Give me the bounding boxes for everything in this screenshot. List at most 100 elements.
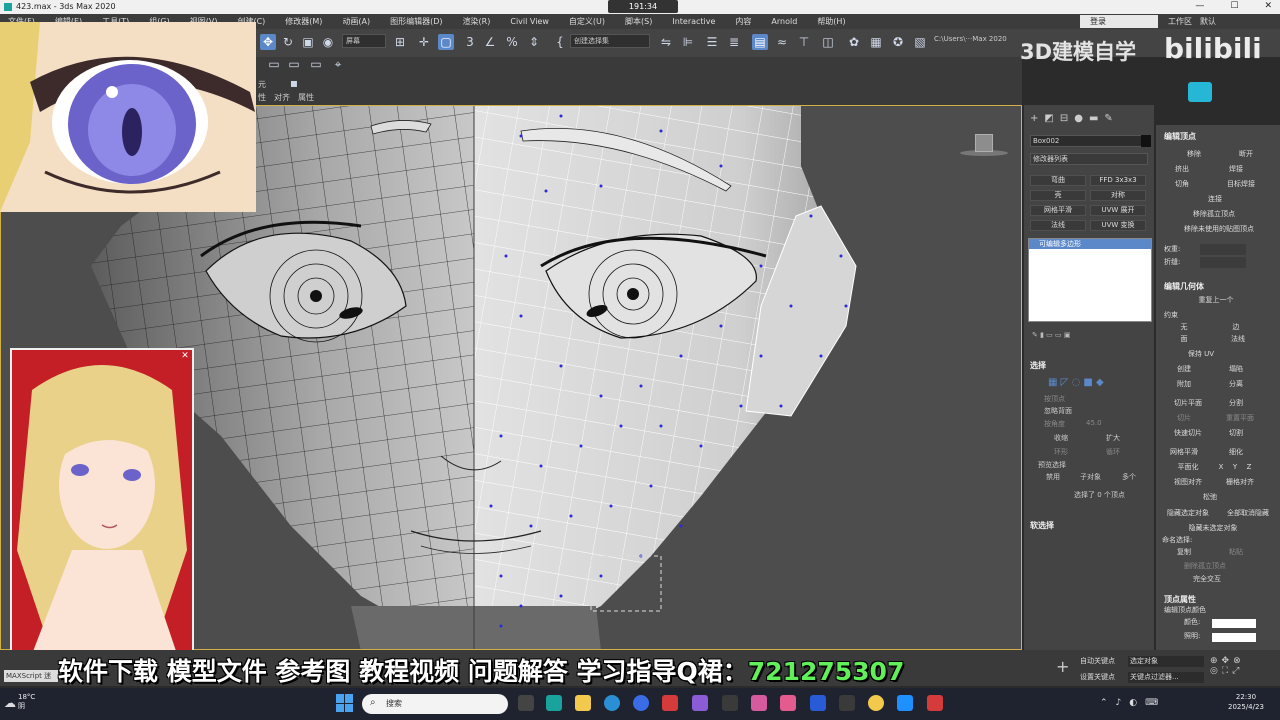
menu-scripting[interactable]: 脚本(S) bbox=[625, 16, 652, 27]
weight-spinner[interactable] bbox=[1200, 244, 1246, 255]
weather-widget[interactable]: 18°C 阴 bbox=[18, 693, 35, 711]
key-filters-button[interactable]: 关键点过滤器... bbox=[1128, 672, 1204, 683]
edge-browser-icon[interactable] bbox=[604, 695, 620, 711]
subobject-mode-icons[interactable]: ▦ ◸ ◌ ■ ◆ bbox=[1048, 377, 1104, 388]
viewcube[interactable] bbox=[975, 134, 993, 152]
split-checkbox[interactable]: 分割 bbox=[1216, 398, 1256, 409]
modifier-ffd-button[interactable]: FFD 3x3x3 bbox=[1090, 175, 1146, 186]
hierarchy-tab-icon[interactable]: ⊟ bbox=[1060, 113, 1068, 124]
modifier-symmetry-button[interactable]: 对称 bbox=[1090, 190, 1146, 201]
modifier-uvw-unwrap-button[interactable]: UVW 展开 bbox=[1090, 205, 1146, 216]
ignore-backfacing-checkbox[interactable]: 忽略背面 bbox=[1044, 406, 1072, 416]
display-tab-icon[interactable]: ▬ bbox=[1089, 113, 1098, 124]
place-icon[interactable]: ◉ bbox=[320, 34, 336, 50]
collapse-button[interactable]: 塌陷 bbox=[1216, 364, 1256, 375]
delete-isolated-checkbox[interactable]: 删除孤立顶点 bbox=[1170, 561, 1240, 572]
menu-rendering[interactable]: 渲染(R) bbox=[463, 16, 491, 27]
hide-unselected-button[interactable]: 隐藏未选定对象 bbox=[1180, 523, 1246, 534]
system-tray-icons[interactable]: ⌃♪◐⌨ bbox=[1100, 698, 1166, 708]
create-button[interactable]: 创建 bbox=[1164, 364, 1204, 375]
grid-align-button[interactable]: 栅格对齐 bbox=[1216, 477, 1264, 488]
detach-button[interactable]: 分离 bbox=[1216, 379, 1256, 390]
app-icon-8[interactable] bbox=[751, 695, 767, 711]
by-vertex-checkbox[interactable]: 按顶点 bbox=[1044, 394, 1065, 404]
reset-plane-button[interactable]: 重置平面 bbox=[1216, 413, 1264, 424]
constraint-none-radio[interactable]: 无 bbox=[1174, 322, 1194, 333]
close-button[interactable]: ✕ bbox=[1264, 1, 1272, 11]
cut-button[interactable]: 切割 bbox=[1216, 428, 1256, 439]
planar-z-button[interactable]: Z bbox=[1244, 462, 1254, 473]
relax-button[interactable]: 松弛 bbox=[1190, 492, 1230, 503]
select-manipulate-icon[interactable]: ✛ bbox=[416, 34, 432, 50]
copy-button[interactable]: 复制 bbox=[1164, 547, 1204, 558]
ribbon-tool-icon-2[interactable]: ▭ bbox=[286, 56, 302, 72]
render-setup-icon[interactable]: ✿ bbox=[846, 34, 862, 50]
menu-civil-view[interactable]: Civil View bbox=[510, 17, 549, 26]
menu-arnold[interactable]: Arnold bbox=[771, 17, 797, 26]
menu-customize[interactable]: 自定义(U) bbox=[569, 16, 605, 27]
workspace-dropdown[interactable]: 默认 bbox=[1200, 16, 1216, 27]
minimize-button[interactable]: — bbox=[1195, 1, 1204, 11]
mirror-icon[interactable]: ⇋ bbox=[658, 34, 674, 50]
modify-tab-icon[interactable]: ◩ bbox=[1044, 113, 1053, 124]
planar-x-button[interactable]: X bbox=[1216, 462, 1226, 473]
shrink-button[interactable]: 收缩 bbox=[1054, 433, 1068, 443]
object-name-field[interactable]: Box002 bbox=[1030, 135, 1142, 147]
slice-plane-button[interactable]: 切片平面 bbox=[1164, 398, 1212, 409]
tessellate-button[interactable]: 细化 bbox=[1216, 447, 1256, 458]
ribbon-label-align[interactable]: 对齐 bbox=[274, 92, 290, 103]
app-icon-12[interactable] bbox=[868, 695, 884, 711]
photoshop-icon[interactable] bbox=[810, 695, 826, 711]
add-time-tag-icon[interactable]: + bbox=[1056, 657, 1069, 676]
render-icon[interactable]: ▧ bbox=[912, 34, 928, 50]
remove-button[interactable]: 移除 bbox=[1174, 149, 1214, 160]
grow-button[interactable]: 扩大 bbox=[1106, 433, 1120, 443]
ribbon-label-properties[interactable]: 属性 bbox=[298, 92, 314, 103]
remove-isolated-vertices-button[interactable]: 移除孤立顶点 bbox=[1164, 209, 1264, 220]
select-scale-icon[interactable]: ▣ bbox=[300, 34, 316, 50]
full-interactivity-checkbox[interactable]: 完全交互 bbox=[1180, 574, 1234, 585]
taskbar-search[interactable]: 搜索 bbox=[362, 694, 508, 714]
modifier-normal-button[interactable]: 法线 bbox=[1030, 220, 1086, 231]
chrome-icon[interactable] bbox=[633, 695, 649, 711]
attach-button[interactable]: 附加 bbox=[1164, 379, 1204, 390]
ribbon-tool-icon-3[interactable]: ▭ bbox=[308, 56, 324, 72]
maxscript-listener[interactable]: MAXScript 迷 bbox=[4, 670, 58, 682]
align-icon[interactable]: ⊫ bbox=[680, 34, 696, 50]
pivot-center-icon[interactable]: ⊞ bbox=[392, 34, 408, 50]
selection-rollout-title[interactable]: 选择 bbox=[1030, 360, 1046, 371]
constraint-normal-radio[interactable]: 法线 bbox=[1226, 334, 1250, 345]
taskbar-clock[interactable]: 22:30 2025/4/23 bbox=[1228, 692, 1264, 712]
target-weld-button[interactable]: 目标焊接 bbox=[1216, 179, 1266, 190]
viewport-nav-icons[interactable]: ⊕✥⊗ ◎⛶⤢ bbox=[1210, 656, 1245, 676]
menu-modifiers[interactable]: 修改器(M) bbox=[285, 16, 322, 27]
percent-snap-icon[interactable]: % bbox=[504, 34, 520, 50]
angle-spinner[interactable]: 45.0 bbox=[1086, 419, 1102, 427]
3dsmax-app-icon[interactable] bbox=[546, 695, 562, 711]
crease-spinner[interactable] bbox=[1200, 257, 1246, 268]
vertex-color-swatch[interactable] bbox=[1212, 619, 1256, 628]
ribbon-tool-icon-1[interactable]: ▭ bbox=[266, 56, 282, 72]
view-align-button[interactable]: 视图对齐 bbox=[1164, 477, 1212, 488]
edit-vertices-title[interactable]: 编辑顶点 bbox=[1164, 131, 1196, 142]
auto-key-button[interactable]: 自动关键点 bbox=[1080, 656, 1115, 666]
scene-explorer-icon[interactable]: ☰ bbox=[704, 34, 720, 50]
stack-item-editable-poly[interactable]: 可编辑多边形 bbox=[1029, 239, 1151, 249]
chamfer-button[interactable]: 切角 bbox=[1164, 179, 1200, 190]
app-icon-14[interactable] bbox=[927, 695, 943, 711]
loop-button[interactable]: 循环 bbox=[1106, 447, 1120, 457]
connect-button[interactable]: 连接 bbox=[1190, 194, 1240, 205]
select-rotate-icon[interactable]: ↻ bbox=[280, 34, 296, 50]
named-selection-dropdown[interactable]: 创建选择集 bbox=[570, 34, 650, 48]
maximize-button[interactable]: ☐ bbox=[1230, 1, 1238, 11]
vertex-properties-title[interactable]: 顶点属性 bbox=[1164, 594, 1196, 605]
edit-named-selection-icon[interactable]: { bbox=[552, 34, 568, 50]
by-angle-checkbox[interactable]: 按角度 bbox=[1044, 419, 1065, 429]
modifier-meshsmooth-button[interactable]: 网格平滑 bbox=[1030, 205, 1086, 216]
weather-icon[interactable]: ☁ bbox=[4, 696, 16, 710]
menu-graph-editors[interactable]: 图形编辑器(D) bbox=[390, 16, 442, 27]
menu-help[interactable]: 帮助(H) bbox=[817, 16, 845, 27]
utilities-tab-icon[interactable]: ✎ bbox=[1104, 113, 1112, 124]
select-move-icon[interactable]: ✥ bbox=[260, 34, 276, 50]
break-button[interactable]: 断开 bbox=[1226, 149, 1266, 160]
